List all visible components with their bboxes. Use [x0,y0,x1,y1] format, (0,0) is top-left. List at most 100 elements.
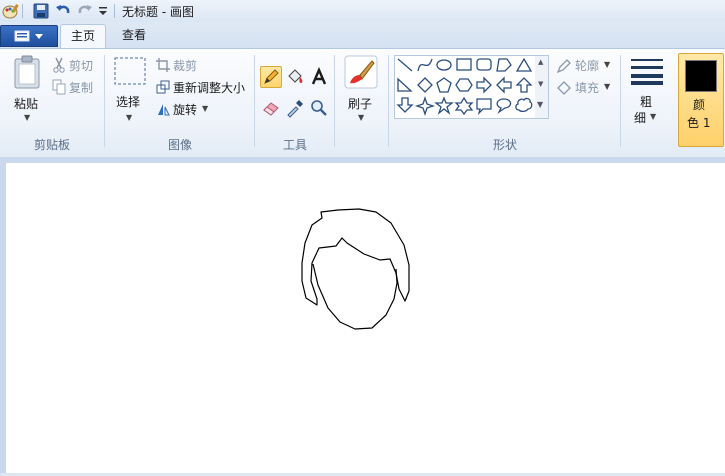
paint-bucket-icon [288,69,303,83]
outline-label: 轮廓 [575,59,600,73]
rotate-icon [158,104,170,116]
oval-callout-shape-icon [496,98,512,114]
outline-button[interactable]: 轮廓 ▼ [556,57,616,75]
pencil-icon [264,69,279,84]
size-dropdown-arrow-icon: ▼ [650,112,657,121]
window-title: 无标题 - 画图 [122,5,194,19]
save-icon[interactable] [33,3,49,19]
rotate-label: 旋转 [173,103,198,117]
rectangle-shape-icon [456,58,472,71]
title-bar: 无标题 - 画图 [0,0,725,23]
pencil-tool[interactable] [260,66,282,88]
brushes-group: 刷子 ▼ [336,49,386,157]
color-picker-tool[interactable] [284,97,306,119]
outline-pen-icon [556,59,571,74]
resize-label: 重新调整大小 [173,81,246,95]
paint-menu-button[interactable] [0,25,58,47]
customize-quick-access-icon[interactable] [98,5,108,21]
text-a-icon [311,66,327,85]
ribbon-tab-row: 主页 查看 [0,22,725,49]
ribbon: 粘贴 ▼ 剪切 复制 剪贴板 选择 ▼ 裁剪 重新调整大小 旋转 ▼ 图像 工具… [0,48,725,158]
rounded-rectangle-shape-icon [476,58,492,71]
magnifier-tool[interactable] [308,97,330,119]
tab-home[interactable]: 主页 [60,24,107,49]
tools-group: 工具 [256,49,334,157]
left-arrow-shape-icon [496,76,512,94]
shapes-gallery-icons [396,57,533,117]
shapes-gallery[interactable] [394,55,536,119]
fill-dropdown-arrow-icon: ▼ [604,82,611,91]
group-divider [388,55,389,147]
brushes-button[interactable]: 刷子 ▼ [342,53,380,129]
pentagon-shape-icon [436,77,452,93]
eraser-tool[interactable] [260,97,282,119]
rotate-button[interactable]: 旋转 ▼ [154,101,224,119]
brushes-label: 刷子 [348,97,373,111]
oval-shape-icon [436,59,452,71]
eraser-icon [263,102,279,116]
scroll-up-arrow-icon[interactable]: ▲ [538,58,543,66]
scissors-icon [53,57,65,73]
select-label: 选择 [116,95,141,109]
paint-app-icon[interactable] [2,3,20,19]
fill-bucket-icon [557,81,571,95]
color-1-label-line1: 颜 [693,98,706,112]
cut-button[interactable]: 剪切 [50,57,100,75]
titlebar-divider [114,4,115,18]
group-divider [254,55,255,147]
selection-rectangle-icon [114,57,146,85]
color-1-button[interactable]: 颜 色 1 [678,53,724,147]
color-1-swatch [685,60,717,92]
size-button[interactable]: 粗 细 ▼ [626,55,668,135]
paste-label: 粘贴 [14,97,39,111]
titlebar-divider [22,4,23,18]
shapes-group-label: 形状 [492,138,517,152]
drawing-canvas[interactable] [6,163,725,473]
select-button[interactable]: 选择 ▼ [112,53,148,129]
right-triangle-shape-icon [397,77,413,92]
tools-group-label: 工具 [282,138,307,152]
fill-tool[interactable] [284,66,306,88]
triangle-shape-icon [515,57,533,72]
shapes-gallery-scrollbar[interactable]: ▲ ▼ ▼ [535,55,549,119]
brushes-dropdown-arrow-icon: ▼ [358,113,365,122]
clipboard-group-label: 剪贴板 [33,138,70,152]
crop-button[interactable]: 裁剪 [154,57,250,75]
tab-view[interactable]: 查看 [112,24,156,48]
six-point-star-shape-icon [454,96,474,116]
line-shape-icon [397,58,413,72]
curve-shape-icon [417,58,433,72]
fill-button[interactable]: 填充 ▼ [556,79,616,97]
polygon-shape-icon [496,58,512,72]
canvas-workspace [0,157,725,473]
resize-button[interactable]: 重新调整大小 [154,79,252,97]
gallery-expand-icon[interactable]: ▼ [537,100,543,109]
paste-button[interactable]: 粘贴 ▼ [6,53,48,129]
clipboard-group: 粘贴 ▼ 剪切 复制 剪贴板 [0,49,104,157]
right-arrow-shape-icon [476,76,492,94]
down-arrow-shape-icon [396,97,414,113]
group-divider [620,55,621,147]
cloud-callout-shape-icon [515,97,533,113]
hexagon-shape-icon [455,78,473,92]
copy-button[interactable]: 复制 [50,79,100,97]
four-point-star-shape-icon [414,95,436,117]
paint-menu-icon [14,30,43,42]
group-divider [334,55,335,147]
scroll-down-arrow-icon[interactable]: ▼ [538,80,543,88]
text-tool[interactable] [308,66,330,88]
cut-label: 剪切 [69,59,94,73]
clipboard-icon [14,55,40,89]
image-group-label: 图像 [167,138,192,152]
eyedropper-icon [287,100,303,118]
undo-icon[interactable] [55,3,71,19]
outline-dropdown-arrow-icon: ▼ [604,60,611,69]
redo-icon[interactable] [77,3,93,19]
resize-icon [156,80,170,94]
image-group: 选择 ▼ 裁剪 重新调整大小 旋转 ▼ 图像 [106,49,254,157]
color-1-label-line2: 色 1 [687,116,711,130]
paste-dropdown-arrow-icon: ▼ [24,113,31,122]
select-dropdown-arrow-icon: ▼ [126,113,133,122]
rotate-dropdown-arrow-icon: ▼ [202,104,209,113]
group-divider [104,55,105,147]
